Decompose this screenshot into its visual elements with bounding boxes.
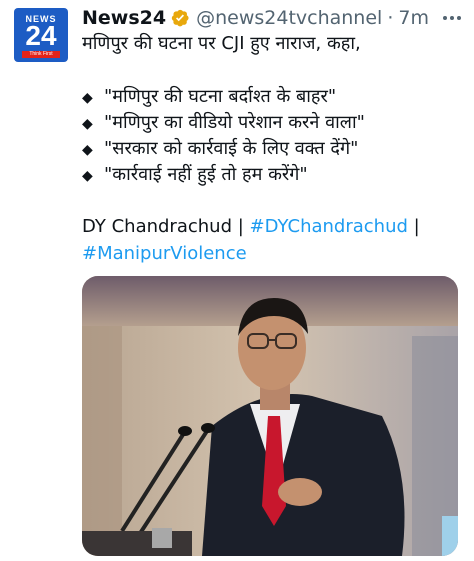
separator-dot: · [387,7,394,29]
bullet-diamond-icon: ◆ [82,168,93,184]
author-handle[interactable]: @news24tvchannel [196,4,382,32]
bullet-text: "सरकार को कार्रवाई के लिए वक्त देंगे" [104,138,359,159]
bullet-diamond-icon: ◆ [82,116,93,132]
bullet-item: ◆ "मणिपुर का वीडियो परेशान करने वाला" [82,110,365,137]
author-name[interactable]: News24 [82,4,166,32]
bullet-item: ◆ "कार्रवाई नहीं हुई तो हम करेंगे" [82,162,308,189]
hashtag-manipurviolence-link[interactable]: #ManipurViolence [82,243,247,264]
separator: | [232,216,250,237]
verified-badge-icon [170,8,190,28]
tweet-timestamp[interactable]: 7m [398,4,429,32]
bullet-item: ◆ "सरकार को कार्रवाई के लिए वक्त देंगे" [82,136,358,163]
hashtag-dychandrachud-link[interactable]: #DYChandrachud [250,216,408,237]
tweet[interactable]: NEWS 24 Think First News24 @news24tvchan… [0,0,474,561]
bullet-text: "मणिपुर की घटना बर्दाश्त के बाहर" [104,86,337,107]
tweet-text-line-1: मणिपुर की घटना पर CJI हुए नाराज, कहा, [82,33,361,54]
tags-line: DY Chandrachud | #DYChandrachud | [82,214,420,240]
separator: | [407,216,420,237]
bullet-text: "कार्रवाई नहीं हुई तो हम करेंगे" [104,164,308,185]
tags-line-2: #ManipurViolence [82,241,247,267]
avatar-logo-number: 24 [25,20,57,51]
tweet-header: News24 @news24tvchannel · 7m [82,4,429,32]
avatar-logo-tagline: Think First [22,51,60,58]
bullet-diamond-icon: ◆ [82,142,93,158]
plain-name-text: DY Chandrachud [82,216,233,237]
bullet-item: ◆ "मणिपुर की घटना बर्दाश्त के बाहर" [82,84,336,111]
bullet-text: "मणिपुर का वीडियो परेशान करने वाला" [104,112,365,133]
avatar[interactable]: NEWS 24 Think First [14,8,68,62]
bullet-diamond-icon: ◆ [82,90,93,106]
more-options-icon[interactable] [440,8,464,28]
tweet-photo[interactable] [82,276,458,556]
